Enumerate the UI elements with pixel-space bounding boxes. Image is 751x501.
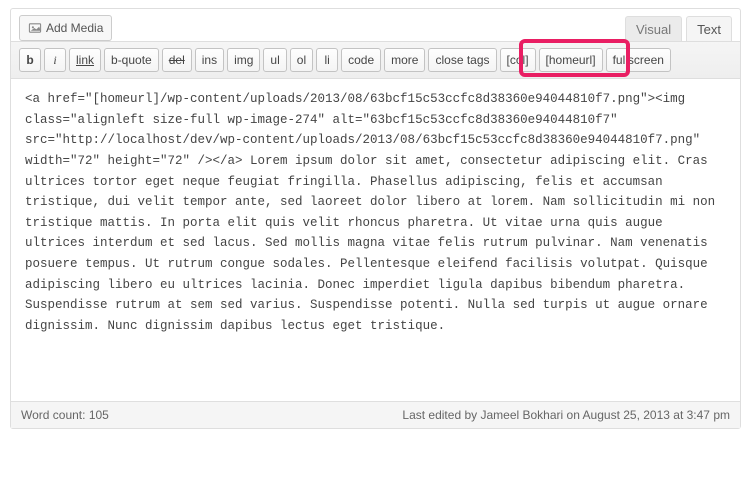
- code-button[interactable]: code: [341, 48, 381, 72]
- editor-tabs: Visual Text: [621, 15, 732, 41]
- editor-top-bar: Add Media Visual Text: [11, 9, 740, 41]
- editor-textarea[interactable]: <a href="[homeurl]/wp-content/uploads/20…: [11, 79, 740, 401]
- wp-editor: Add Media Visual Text b i link b-quote d…: [10, 8, 741, 429]
- editor-toolbar: b i link b-quote del ins img ul ol li co…: [11, 41, 740, 79]
- media-icon: [28, 21, 42, 35]
- word-count-label: Word count:: [21, 408, 89, 422]
- col-button[interactable]: [col]: [500, 48, 536, 72]
- del-button[interactable]: del: [162, 48, 192, 72]
- last-edited-prefix: Last edited by: [402, 408, 480, 422]
- more-button[interactable]: more: [384, 48, 425, 72]
- ol-button[interactable]: ol: [290, 48, 313, 72]
- tab-visual[interactable]: Visual: [625, 16, 682, 42]
- last-edited-on: on: [563, 408, 582, 422]
- ul-button[interactable]: ul: [263, 48, 286, 72]
- link-button[interactable]: link: [69, 48, 101, 72]
- editor-status-bar: Word count: 105 Last edited by Jameel Bo…: [11, 401, 740, 428]
- bold-button[interactable]: b: [19, 48, 41, 72]
- word-count-value: 105: [89, 408, 109, 422]
- italic-button[interactable]: i: [44, 48, 66, 72]
- homeurl-button[interactable]: [homeurl]: [539, 48, 603, 72]
- tab-text[interactable]: Text: [686, 16, 732, 42]
- add-media-button[interactable]: Add Media: [19, 15, 112, 41]
- fullscreen-button[interactable]: fullscreen: [606, 48, 671, 72]
- close-tags-button[interactable]: close tags: [428, 48, 496, 72]
- last-edited-author: Jameel Bokhari: [480, 408, 563, 422]
- editor-content: <a href="[homeurl]/wp-content/uploads/20…: [25, 89, 726, 337]
- li-button[interactable]: li: [316, 48, 338, 72]
- ins-button[interactable]: ins: [195, 48, 224, 72]
- bquote-button[interactable]: b-quote: [104, 48, 159, 72]
- img-button[interactable]: img: [227, 48, 260, 72]
- last-edited-datetime: August 25, 2013 at 3:47 pm: [583, 408, 730, 422]
- add-media-label: Add Media: [46, 21, 103, 35]
- word-count: Word count: 105: [21, 408, 109, 422]
- last-edited: Last edited by Jameel Bokhari on August …: [402, 408, 730, 422]
